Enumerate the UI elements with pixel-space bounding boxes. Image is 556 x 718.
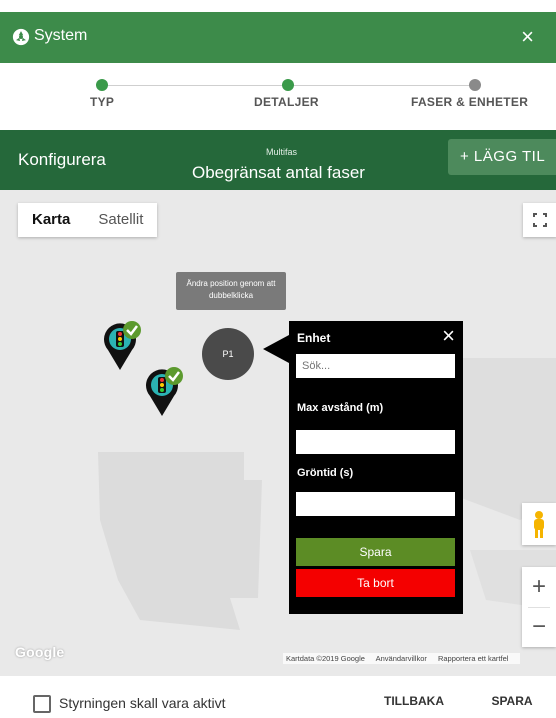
close-icon[interactable]: ×	[521, 24, 534, 50]
fullscreen-icon	[533, 213, 547, 227]
zoom-divider	[528, 607, 550, 608]
max-distance-label: Max avstånd (m)	[297, 402, 384, 414]
step-label-typ[interactable]: TYP	[90, 95, 114, 109]
system-icon	[12, 28, 30, 46]
window-title: System	[34, 27, 88, 44]
active-checkbox-label[interactable]: Styrningen skall vara aktivt	[59, 695, 226, 711]
zoom-out-button[interactable]: −	[522, 607, 556, 647]
step-label-faser[interactable]: FASER & ENHETER	[411, 95, 528, 109]
step-dot-detaljer	[282, 79, 294, 91]
popup-save-button[interactable]: Spara	[296, 538, 455, 566]
phase-marker-p1[interactable]: P1	[202, 328, 254, 380]
unit-search-input[interactable]	[296, 354, 455, 378]
google-logo: Google	[15, 644, 65, 660]
save-button[interactable]: SPARA	[480, 684, 544, 718]
popup-delete-button[interactable]: Ta bort	[296, 569, 455, 597]
map-type-karta[interactable]: Karta	[18, 203, 84, 237]
add-button[interactable]: + LÄGG TIL	[448, 139, 556, 175]
traffic-light-marker[interactable]	[104, 320, 144, 376]
mode-type: Multifas	[266, 147, 298, 157]
step-dot-typ	[96, 79, 108, 91]
mode-name: Obegränsat antal faser	[192, 163, 365, 182]
popup-close-icon[interactable]: ×	[442, 323, 455, 349]
active-checkbox[interactable]	[33, 695, 51, 713]
map-attribution: Kartdata ©2019 Google Användarvillkor Ra…	[283, 653, 521, 664]
zoom-in-button[interactable]: +	[522, 567, 556, 607]
report-error-link[interactable]: Rapportera ett kartfel	[438, 654, 508, 663]
back-button[interactable]: TILLBAKA	[373, 684, 455, 718]
map-buildings	[98, 358, 556, 630]
map-type-control: Karta Satellit	[18, 203, 158, 237]
app-header: System ×	[0, 12, 556, 63]
green-time-label: Gröntid (s)	[297, 467, 354, 479]
step-connector	[290, 85, 474, 86]
traffic-light-marker[interactable]	[146, 366, 186, 422]
fullscreen-button[interactable]	[523, 203, 556, 237]
zoom-control: + −	[522, 567, 556, 647]
configure-bar: Konfigurera Multifas Obegränsat antal fa…	[0, 130, 556, 190]
map-data-credit: Kartdata ©2019 Google	[286, 654, 365, 663]
map[interactable]: Karta Satellit Ändra position genom att …	[0, 190, 556, 676]
footer: Styrningen skall vara aktivt TILLBAKA SP…	[0, 676, 556, 713]
map-type-satellit[interactable]: Satellit	[84, 203, 157, 237]
green-time-input[interactable]	[296, 492, 455, 516]
position-tooltip: Ändra position genom att dubbelklicka	[176, 272, 286, 310]
popup-title: Enhet	[297, 331, 331, 345]
street-view-button[interactable]	[522, 503, 556, 545]
terms-link[interactable]: Användarvillkor	[376, 654, 427, 663]
max-distance-input[interactable]	[296, 430, 455, 454]
step-label-detaljer[interactable]: DETALJER	[254, 95, 319, 109]
popup-pointer	[263, 335, 289, 363]
step-dot-faser	[469, 79, 481, 91]
step-connector	[102, 85, 286, 86]
pegman-icon	[534, 511, 544, 538]
configure-title: Konfigurera	[18, 150, 106, 169]
unit-popup: Enhet × Max avstånd (m) Gröntid (s) Spar…	[289, 321, 463, 614]
